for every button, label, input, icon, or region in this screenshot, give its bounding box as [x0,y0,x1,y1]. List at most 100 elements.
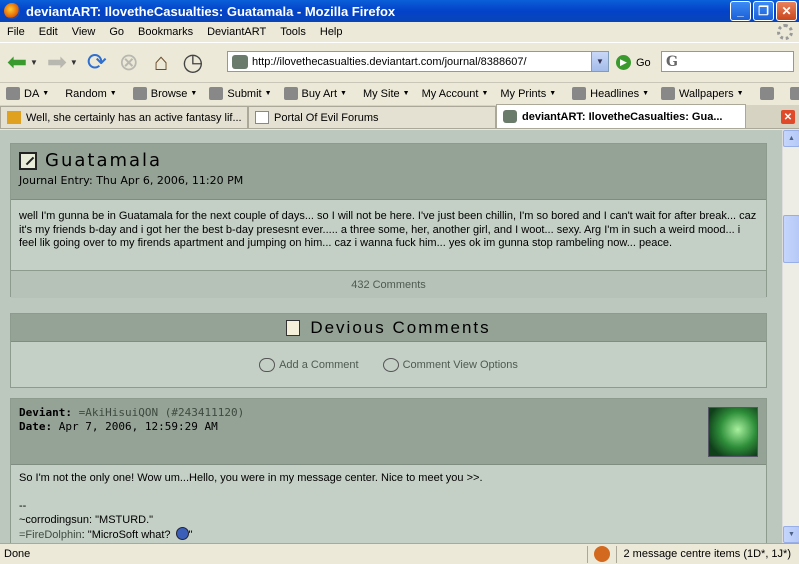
home-icon: ⌂ [153,48,169,76]
speech-bubble-icon [259,357,276,372]
devious-comments-header: Devious Comments [11,314,766,342]
gaff-icon [7,111,21,124]
chat-button[interactable] [754,87,784,100]
message-centre-status[interactable]: 2 message centre items (1D*, 1J*) [623,548,791,560]
back-button[interactable]: ⬅ [2,48,32,78]
comment-body: So I'm not the only one! Wow um...Hello,… [11,465,766,543]
journal-header: Guatamala Journal Entry: Thu Apr 6, 2006… [11,144,766,200]
forward-arrow-icon: ➡ [46,48,67,76]
menu-deviantart[interactable]: DeviantART [200,26,273,38]
go-label: Go [636,56,651,69]
tab-strip: Well, she certainly has an active fantas… [0,104,799,129]
stop-icon: ⊗ [118,48,139,76]
comment-line: ~corrodingsun: "MSTURD." [19,514,154,526]
chat-bubble-icon [759,87,774,100]
comment-line: -- [19,500,27,512]
status-bar: Done 2 message centre items (1D*, 1J*) [0,543,799,564]
deviantart-toolbar: DA ▼ Random ▼ Browse ▼ Submit ▼ Buy Art ▼ My … [0,82,799,104]
comment-line: So I'm not the only one! Wow um...Hello,… [19,472,483,484]
close-tab-button[interactable]: ✕ [781,110,795,124]
toolbar-random[interactable]: Random ▼ [59,88,123,100]
address-bar[interactable]: http://ilovethecasualties.deviantart.com… [227,51,609,72]
deviantart-notifier-icon[interactable] [594,546,611,562]
address-input[interactable]: http://ilovethecasualties.deviantart.com… [252,56,591,68]
comment-date: Apr 7, 2006, 12:59:29 AM [58,420,218,433]
tab-fantasy[interactable]: Well, she certainly has an active fantas… [0,106,248,128]
back-history-dropdown[interactable]: ▼ [30,58,38,67]
devious-comments-title: Devious Comments [310,317,491,337]
emoticon-icon [175,527,189,540]
deviant-label: Deviant: [19,406,72,419]
comments-count-link[interactable]: 432 Comments [11,270,766,298]
title-bar: deviantART: IlovetheCasualties: Guatamal… [0,0,799,22]
menu-edit[interactable]: Edit [32,26,65,38]
menu-bookmarks[interactable]: Bookmarks [131,26,200,38]
maximize-button[interactable]: ❐ [753,1,774,21]
tab-deviantart[interactable]: deviantART: IlovetheCasualties: Gua... [496,104,746,128]
deviantart-icon [6,87,20,100]
scroll-up-button[interactable]: ▲ [783,130,799,147]
navigation-toolbar: ⬅ ▼ ➡ ▼ ⟳ ⊗ ⌂ ◷ http://ilovethecasualtie… [0,42,799,82]
menu-go[interactable]: Go [102,26,131,38]
check-bubble-icon [382,357,399,372]
back-arrow-icon: ⬅ [6,48,28,76]
comment-header: Deviant: =AkiHisuiQON (#243411120) Date:… [11,399,766,465]
window-title: deviantART: IlovetheCasualties: Guatamal… [26,3,396,19]
tab-portal-of-evil[interactable]: Portal Of Evil Forums [248,106,496,128]
calendar-button[interactable] [784,87,799,100]
deviantart-icon [503,110,517,123]
toolbar-my-account[interactable]: My Account ▼ [416,88,495,100]
scroll-thumb[interactable] [783,215,799,263]
toolbar-da[interactable]: DA ▼ [0,87,55,100]
monitor-icon [661,87,676,100]
reload-button[interactable]: ⟳ [82,48,112,78]
deviant-name-link[interactable]: =AkiHisuiQON [79,406,158,419]
site-favicon-icon [232,54,248,69]
status-text: Done [4,548,31,560]
forward-button[interactable]: ➡ [42,48,72,78]
comment-view-options-link[interactable]: Comment View Options [382,357,518,372]
menu-bar: File Edit View Go Bookmarks DeviantART T… [0,22,799,42]
stop-button[interactable]: ⊗ [114,48,144,78]
comment-line [19,485,758,499]
toolbar-wallpapers[interactable]: Wallpapers ▼ [655,87,750,100]
menu-help[interactable]: Help [313,26,350,38]
toolbar-headlines[interactable]: Headlines ▼ [566,87,655,100]
toolbar-browse[interactable]: Browse ▼ [127,87,204,100]
search-box[interactable]: G [661,51,794,72]
devious-comments-panel: Devious Comments Add a Comment Comment V… [10,313,767,388]
reload-icon: ⟳ [86,48,107,76]
journal-body: well I'm gunna be in Guatamala for the n… [19,210,757,249]
printer-icon [283,87,298,100]
submit-icon [209,87,224,100]
address-dropdown[interactable]: ▼ [591,52,608,71]
toolbar-my-prints[interactable]: My Prints ▼ [494,88,562,100]
clock-icon: ◷ [182,48,204,76]
toolbar-submit[interactable]: Submit ▼ [203,87,277,100]
go-arrow-icon: ▶ [616,55,631,70]
notepad-icon [286,319,301,336]
forward-history-dropdown[interactable]: ▼ [70,58,78,67]
vertical-scrollbar[interactable]: ▲ ▼ [782,130,799,543]
menu-file[interactable]: File [0,26,32,38]
avatar[interactable] [708,407,758,457]
go-button[interactable]: ▶ Go [616,55,651,70]
menu-tools[interactable]: Tools [273,26,313,38]
firefox-icon [4,3,20,19]
signature-user-link[interactable]: =FireDolphin [19,529,82,541]
journal-date: Journal Entry: Thu Apr 6, 2006, 11:20 PM [19,174,244,187]
home-button[interactable]: ⌂ [146,48,176,78]
close-window-button[interactable]: ✕ [776,1,797,21]
menu-view[interactable]: View [65,26,103,38]
google-search-icon[interactable]: G [666,54,678,70]
minimize-button[interactable]: _ [730,1,751,21]
signature-line: =FireDolphin: "MicroSoft what? " [19,527,193,541]
page-content: Guatamala Journal Entry: Thu Apr 6, 2006… [0,130,782,543]
add-comment-link[interactable]: Add a Comment [259,357,359,372]
toolbar-buy-art[interactable]: Buy Art ▼ [278,87,353,100]
toolbar-my-site[interactable]: My Site ▼ [357,88,416,100]
scroll-down-button[interactable]: ▼ [783,526,799,543]
news-icon [572,87,587,100]
comment-id-link[interactable]: (#243411120) [165,406,244,419]
history-button[interactable]: ◷ [178,48,208,78]
